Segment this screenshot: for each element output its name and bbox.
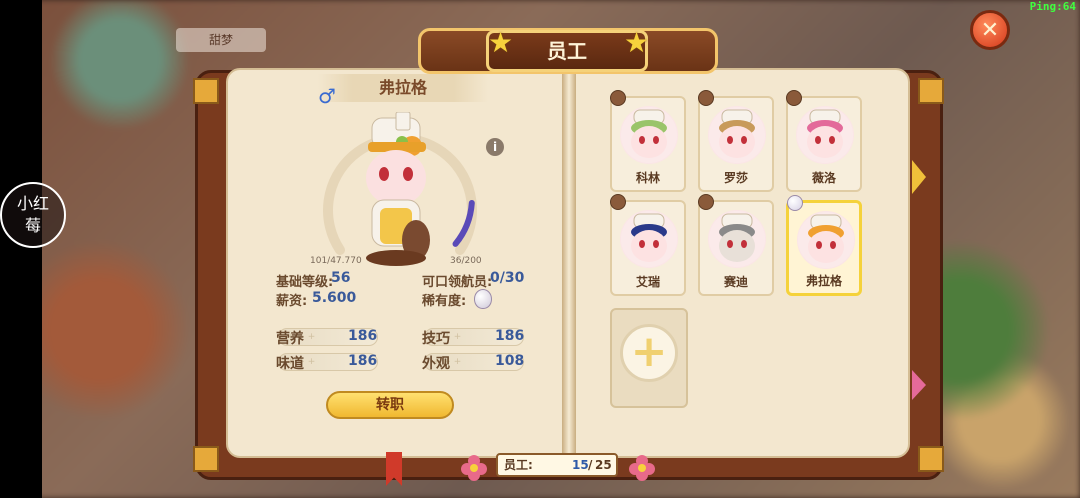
employee-name: 弗拉格 [318, 74, 488, 102]
attribute-value-skill: 186 [495, 328, 525, 344]
employee-count-max: 25 [595, 458, 612, 472]
background-shop-label: 甜梦 [176, 28, 266, 52]
base-level-label: 基础等级: [276, 275, 334, 290]
rarity-seed-icon [698, 194, 714, 210]
rarity-seed-icon [610, 194, 626, 210]
flower-ornament-icon [629, 455, 655, 481]
employee-card-portrait [796, 106, 854, 164]
attribute-label-nutrition: 营养 [276, 331, 304, 347]
employee-card-name: 罗莎 [723, 171, 748, 185]
rarity-seed-icon [786, 90, 802, 106]
employee-count-separator: / [588, 458, 593, 472]
employee-card[interactable]: 薇洛 [786, 90, 862, 192]
employee-count-bar: 员工: 15 / 25 [496, 453, 618, 477]
attribute-value-taste: 186 [348, 353, 378, 369]
corner-ornament [918, 446, 944, 472]
transfer-job-button[interactable]: 转职 [326, 391, 454, 419]
left-black-bar [0, 0, 42, 498]
attribute-value-appearance: 108 [495, 353, 525, 369]
salary-label: 薪资: [276, 294, 308, 309]
attribute-label-skill: 技巧 [422, 331, 450, 347]
employee-portrait [366, 112, 430, 266]
employee-count-label: 员工: [504, 458, 533, 472]
employee-count-current: 15 [572, 458, 589, 472]
flower-ornament-icon [461, 455, 487, 481]
employee-card-name: 弗拉格 [805, 274, 842, 288]
plus-icon: + [620, 324, 678, 382]
rarity-label: 稀有度: [422, 294, 467, 309]
employee-card-portrait [797, 211, 855, 269]
employee-card-portrait [708, 106, 766, 164]
employee-card[interactable]: 赛迪 [698, 194, 774, 296]
employee-card[interactable]: 罗莎 [698, 90, 774, 192]
attribute-label-taste: 味道 [276, 356, 304, 372]
star-icon: ★ [624, 26, 650, 59]
employee-card[interactable]: 艾瑞 [610, 194, 686, 296]
employee-card-name: 艾瑞 [635, 275, 660, 289]
male-gender-icon: ♂ [318, 84, 336, 108]
close-button[interactable]: ✕ [970, 10, 1010, 50]
salary-value: 5.600 [312, 290, 357, 306]
corner-ornament [193, 78, 219, 104]
rarity-seed-icon [787, 195, 803, 211]
corner-ornament [918, 78, 944, 104]
employee-card-name: 赛迪 [723, 275, 748, 289]
employee-card-portrait [620, 210, 678, 268]
attribute-label-appearance: 外观 [422, 356, 450, 372]
employee-card-name: 科林 [635, 171, 660, 185]
add-employee-card[interactable]: + [610, 308, 688, 408]
recruitable-value: 0/30 [490, 270, 525, 286]
star-icon: ★ [488, 26, 514, 59]
ping-indicator: Ping:64 [1029, 0, 1076, 13]
rarity-seed-icon [610, 90, 626, 106]
exp-value: 101/47.770 [310, 256, 362, 266]
employee-card-name: 薇洛 [811, 171, 836, 185]
book-spine [562, 68, 576, 458]
employee-card[interactable]: 弗拉格 [786, 195, 862, 296]
employee-card-portrait [708, 210, 766, 268]
rarity-egg-icon [474, 289, 492, 309]
corner-ornament [193, 446, 219, 472]
attribute-value-nutrition: 186 [348, 328, 378, 344]
recruit-progress-value: 36/200 [450, 256, 482, 266]
rarity-seed-icon [698, 90, 714, 106]
close-icon: ✕ [980, 17, 1000, 43]
base-level-value: 56 [331, 270, 351, 286]
recruitable-label: 可口领航员: [422, 275, 493, 290]
employee-card-portrait [620, 106, 678, 164]
employee-card[interactable]: 科林 [610, 90, 686, 192]
floating-assistant-badge[interactable]: 小红莓 [0, 182, 66, 248]
